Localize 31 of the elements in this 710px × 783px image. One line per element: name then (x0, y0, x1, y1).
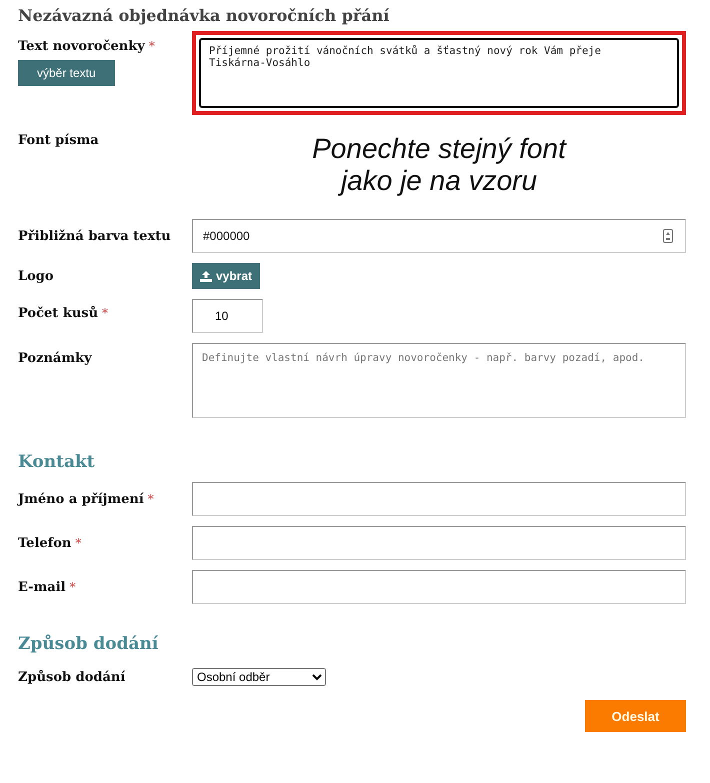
section-heading: Způsob dodání (18, 634, 160, 654)
field-label: Poznámky (18, 351, 92, 366)
input-field[interactable] (192, 526, 686, 560)
field-label: Font písma (18, 133, 99, 148)
field-label: Telefon (18, 536, 72, 552)
field-label: E-mail (18, 580, 66, 596)
form-title: Nezávazná objednávka novoročních přání (18, 6, 390, 25)
upload-icon (200, 270, 212, 282)
delivery-select[interactable]: Osobní odběr (192, 668, 326, 686)
required-mark: * (102, 306, 108, 320)
text-choice-button[interactable]: výběr textu (18, 60, 115, 86)
font-note: Ponechte stejný font jako je na vzoru (311, 132, 568, 198)
field-label: Počet kusů (18, 306, 98, 322)
quantity-field[interactable]: 10 (192, 299, 263, 334)
notes-field[interactable]: Definujte vlastní návrh úpravy novoročenky - např. barvy pozadí, apod. (192, 343, 686, 418)
input-field[interactable] (192, 570, 686, 604)
field-label: Způsob dodání (18, 670, 126, 686)
required-mark: * (70, 580, 76, 594)
upload-button[interactable]: vybrat (192, 263, 260, 290)
message-field[interactable]: Příjemné prožití vánočních svátků a šťastný nový rok Vám přeje Tiskárna-Vosáhlo (199, 38, 679, 108)
section-heading: Kontakt (18, 452, 96, 472)
input-field[interactable] (192, 482, 686, 516)
field-label: Přibližná barva textu (18, 229, 171, 244)
color-field[interactable]: #000000 (192, 219, 686, 254)
field-label: Logo (18, 269, 54, 284)
field-label: Jméno a příjmení (18, 492, 144, 508)
color-picker-icon[interactable] (663, 229, 673, 244)
required-mark: * (75, 536, 82, 550)
required-mark: * (148, 39, 155, 53)
field-label: Text novoročenky (18, 39, 145, 54)
required-mark: * (148, 492, 154, 506)
